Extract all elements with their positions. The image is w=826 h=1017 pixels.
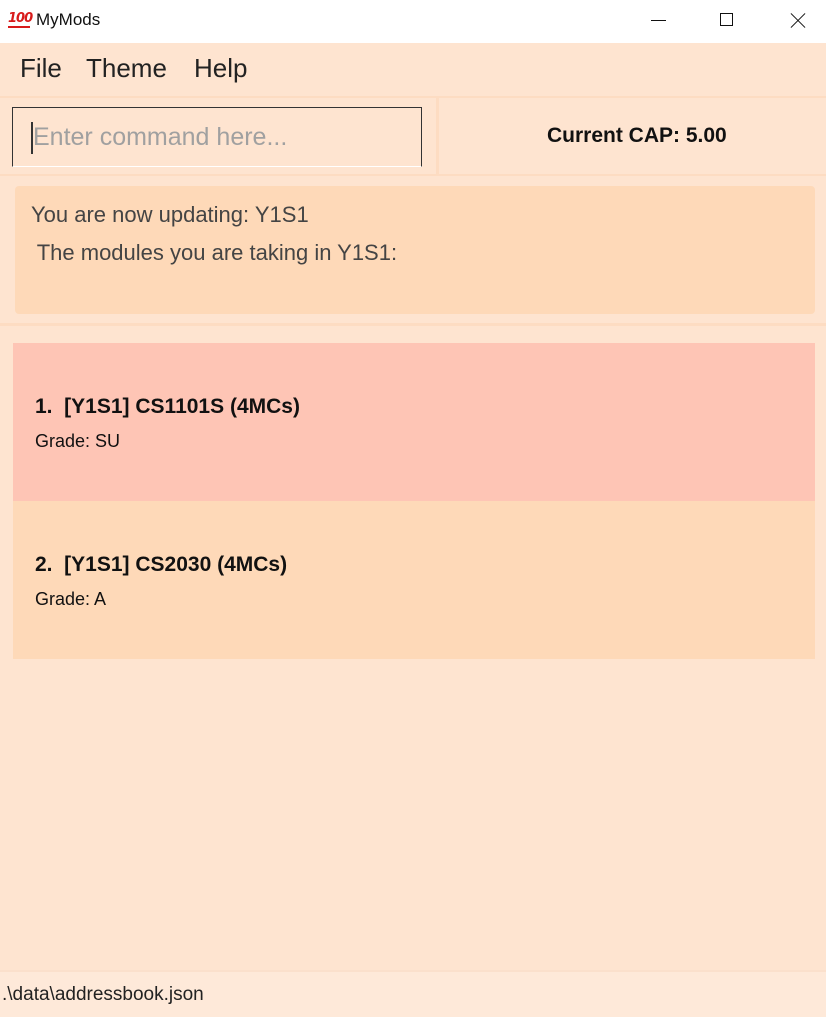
close-icon[interactable] — [766, 0, 826, 43]
command-box[interactable] — [12, 107, 422, 167]
module-grade: Grade: A — [35, 589, 107, 609]
result-line: The modules you are taking in Y1S1: — [31, 240, 398, 265]
maximize-icon[interactable] — [697, 0, 757, 43]
module-title: 2. [Y1S1] CS2030 (4MCs) — [35, 553, 288, 576]
minimize-icon[interactable] — [628, 0, 688, 43]
menu-help[interactable]: Help — [194, 53, 247, 84]
menu-file[interactable]: File — [20, 53, 62, 84]
divider — [436, 98, 439, 174]
current-cap-label: Current CAP: 5.00 — [547, 124, 727, 147]
command-row: Current CAP: 5.00 — [0, 96, 826, 176]
title-bar: 100 MyMods — [0, 0, 826, 43]
data-file-path: .\data\addressbook.json — [2, 984, 204, 1005]
module-card[interactable]: 1. [Y1S1] CS1101S (4MCs) Grade: SU — [13, 343, 815, 501]
module-list: 1. [Y1S1] CS1101S (4MCs) Grade: SU 2. [Y… — [0, 326, 826, 970]
result-display: You are now updating: Y1S1 The modules y… — [0, 176, 826, 326]
text-caret — [31, 122, 33, 154]
window-title: MyMods — [36, 10, 101, 29]
result-box: You are now updating: Y1S1 The modules y… — [15, 186, 815, 314]
menu-theme[interactable]: Theme — [86, 53, 167, 84]
module-card[interactable]: 2. [Y1S1] CS2030 (4MCs) Grade: A — [13, 501, 815, 659]
command-input[interactable] — [31, 116, 415, 158]
status-bar: .\data\addressbook.json — [0, 970, 826, 1017]
menu-bar: File Theme Help — [0, 43, 826, 96]
app-100-icon: 100 — [8, 11, 33, 28]
module-title: 1. [Y1S1] CS1101S (4MCs) — [35, 395, 300, 418]
result-line: You are now updating: Y1S1 — [31, 202, 309, 227]
module-grade: Grade: SU — [35, 431, 121, 451]
